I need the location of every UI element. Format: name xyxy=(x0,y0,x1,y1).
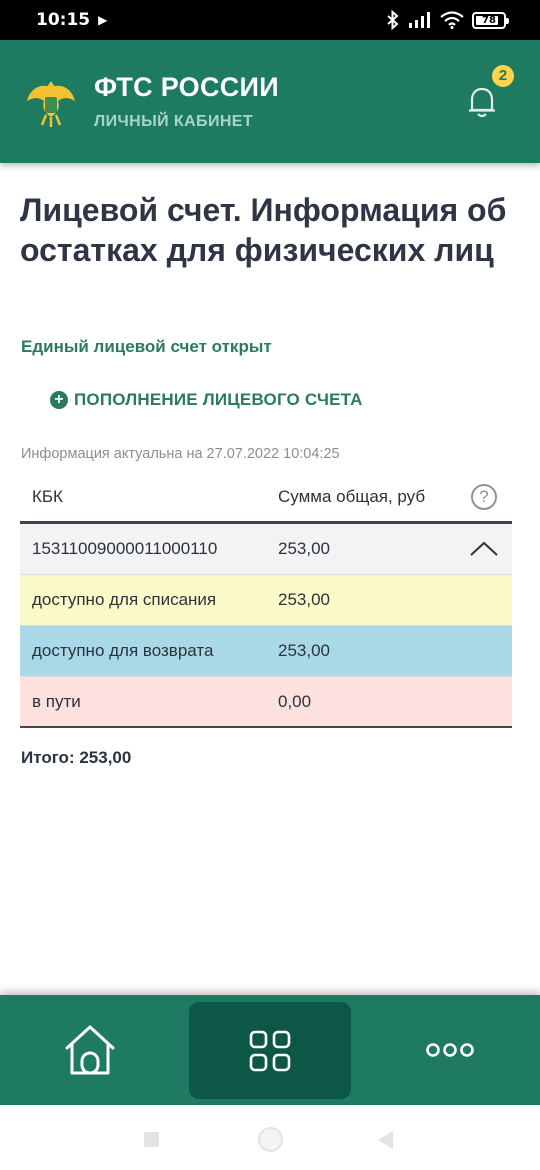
column-header-sum: Сумма общая, руб xyxy=(278,486,426,506)
row-label: в пути xyxy=(32,691,81,711)
table-row-writeoff: доступно для списания 253,00 xyxy=(20,575,512,626)
table-row-kbk[interactable]: 15311009000011000110 253,00 xyxy=(20,524,512,575)
wifi-icon xyxy=(440,11,464,29)
more-icon xyxy=(426,1043,474,1057)
battery-level: 78 xyxy=(482,14,496,26)
table-row-refund: доступно для возврата 253,00 xyxy=(20,626,512,677)
brand-block: ФТС РОССИИ ЛИЧНЫЙ КАБИНЕТ xyxy=(94,72,279,131)
home-icon xyxy=(65,1025,115,1075)
app-header: ФТС РОССИИ ЛИЧНЫЙ КАБИНЕТ xyxy=(0,40,540,163)
kbk-sum: 253,00 xyxy=(278,539,330,558)
topup-label: ПОПОЛНЕНИЕ ЛИЦЕВОГО СЧЕТА xyxy=(74,390,363,409)
status-time: 10:15 xyxy=(36,10,91,30)
brand-title: ФТС РОССИИ xyxy=(94,72,279,102)
page-title: Лицевой счет. Информация об остатках для… xyxy=(20,192,507,268)
row-value: 253,00 xyxy=(278,590,330,609)
status-bar: 10:15 ▶ 78 xyxy=(0,0,540,40)
apps-grid-icon xyxy=(249,1030,291,1071)
bell-icon xyxy=(469,87,495,118)
balance-table: КБК Сумма общая, руб ? 15311009000011000… xyxy=(20,472,512,728)
table-header: КБК Сумма общая, руб ? xyxy=(20,472,512,524)
bluetooth-icon xyxy=(387,10,399,30)
account-status: Единый лицевой счет открыт xyxy=(21,337,272,356)
total-amount: Итого: 253,00 xyxy=(21,748,132,767)
recent-apps-icon[interactable] xyxy=(144,1132,159,1147)
status-icons: 78 xyxy=(386,10,509,30)
row-label: доступно для списания xyxy=(32,590,217,609)
nav-home-button[interactable] xyxy=(52,1015,128,1085)
notification-badge: 2 xyxy=(492,65,514,87)
kbk-code: 15311009000011000110 xyxy=(32,539,218,558)
help-icon[interactable]: ? xyxy=(471,483,497,510)
system-nav xyxy=(0,1105,540,1170)
back-icon[interactable] xyxy=(378,1131,393,1149)
column-header-kbk: КБК xyxy=(32,486,63,506)
notifications-button[interactable] xyxy=(462,82,502,126)
fts-emblem-icon xyxy=(27,80,75,127)
row-label: доступно для возврата xyxy=(32,641,214,660)
info-date: Информация актуальна на 27.07.2022 10:04… xyxy=(21,446,340,462)
row-value: 253,00 xyxy=(278,641,330,660)
table-row-transit: в пути 0,00 xyxy=(20,677,512,728)
bottom-nav xyxy=(0,995,540,1105)
nav-services-button[interactable] xyxy=(189,1002,351,1099)
signal-icon xyxy=(409,12,430,28)
battery-icon: 78 xyxy=(472,11,509,29)
plus-circle-icon: + xyxy=(50,391,68,409)
chevron-up-icon[interactable] xyxy=(469,540,499,558)
system-home-icon[interactable] xyxy=(258,1127,283,1152)
topup-account-button[interactable]: + ПОПОЛНЕНИЕ ЛИЦЕВОГО СЧЕТА xyxy=(50,390,363,410)
nav-more-button[interactable] xyxy=(412,1020,488,1080)
row-value: 0,00 xyxy=(278,691,312,711)
brand-subtitle: ЛИЧНЫЙ КАБИНЕТ xyxy=(94,113,254,130)
play-icon: ▶ xyxy=(98,13,108,27)
